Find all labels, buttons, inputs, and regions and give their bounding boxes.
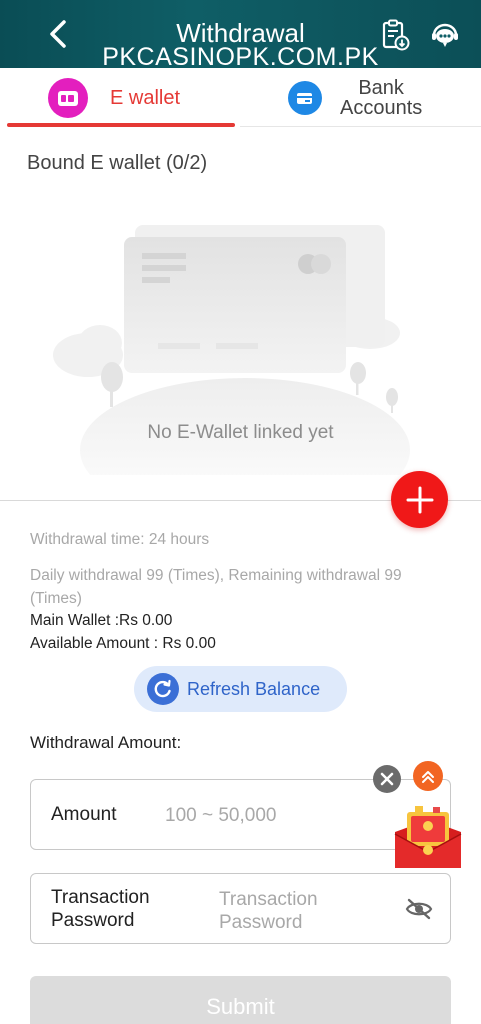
top-header: Withdrawal PKCASINOPK.COM.PK: [0, 0, 481, 71]
transaction-password-label: Transaction Password: [51, 887, 150, 931]
tab-bank-accounts[interactable]: Bank Accounts: [288, 68, 422, 128]
wallet-icon: [48, 78, 88, 118]
plus-icon: [406, 486, 433, 513]
scroll-top-button[interactable]: [413, 761, 443, 791]
amount-label: Amount: [51, 804, 117, 825]
double-chevron-up-icon: [422, 771, 434, 783]
main-wallet-balance: Main Wallet :Rs 0.00: [30, 612, 173, 629]
refresh-balance-button[interactable]: Refresh Balance: [134, 666, 347, 712]
amount-input[interactable]: [165, 802, 385, 830]
tab-divider: [240, 126, 481, 127]
eye-off-icon: [405, 898, 433, 920]
submit-button[interactable]: Submit: [30, 976, 451, 1024]
tab-bank-accounts-label: Bank Accounts: [340, 77, 423, 119]
refresh-icon: [147, 673, 179, 705]
red-envelope-gift-icon[interactable]: [389, 806, 467, 872]
transaction-password-field: Transaction Password Transaction Passwor…: [30, 873, 451, 944]
tab-e-wallet[interactable]: E wallet: [48, 68, 180, 128]
close-float-button[interactable]: [373, 765, 401, 793]
transaction-password-input[interactable]: Transaction Password: [219, 888, 318, 934]
add-e-wallet-button[interactable]: [391, 471, 448, 528]
chat-support-icon: [432, 23, 458, 47]
tab-e-wallet-label: E wallet: [110, 86, 181, 109]
refresh-balance-label: Refresh Balance: [187, 678, 321, 699]
customer-support-button[interactable]: [428, 18, 462, 52]
clipboard-download-icon: [382, 19, 410, 51]
empty-state-text: No E-Wallet linked yet: [147, 422, 334, 443]
toggle-password-visibility[interactable]: [404, 894, 434, 924]
daily-withdrawal-line1: Daily withdrawal 99 (Times), Remaining w…: [30, 567, 402, 584]
close-icon: [380, 772, 394, 786]
bank-card-icon: [288, 81, 322, 115]
bound-wallet-title: Bound E wallet (0/2): [27, 152, 208, 174]
daily-withdrawal-line2: (Times): [30, 590, 82, 607]
wallet-tabs: E wallet Bank Accounts: [0, 68, 481, 128]
withdrawal-records-button[interactable]: [378, 18, 412, 52]
withdrawal-amount-title: Withdrawal Amount:: [30, 733, 182, 752]
available-amount: Available Amount : Rs 0.00: [30, 635, 216, 652]
withdrawal-time: Withdrawal time: 24 hours: [30, 531, 210, 548]
active-tab-indicator: [7, 123, 235, 127]
